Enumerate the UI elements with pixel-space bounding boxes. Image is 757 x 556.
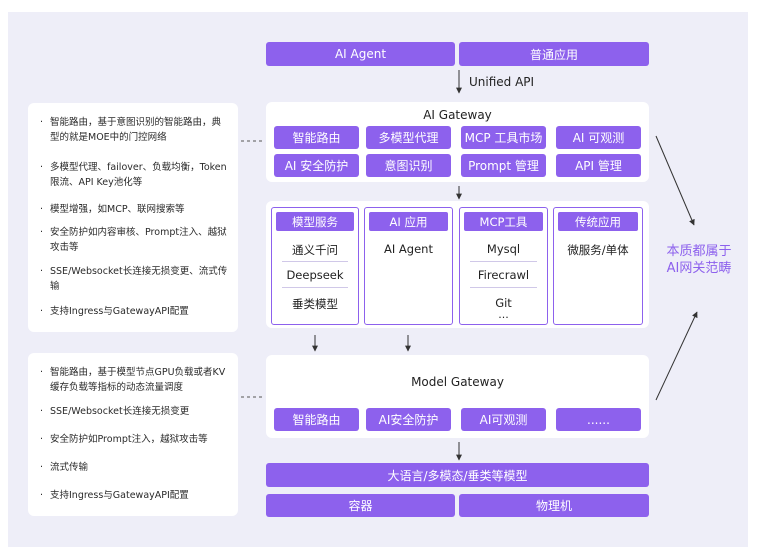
scope-arrow-bottom — [655, 311, 698, 401]
architecture-diagram: AI Agent 普通应用 Unified API AI Gateway 智能路… — [0, 0, 757, 556]
scope-arrow-top — [655, 135, 695, 226]
connectors-overlay — [241, 70, 698, 461]
